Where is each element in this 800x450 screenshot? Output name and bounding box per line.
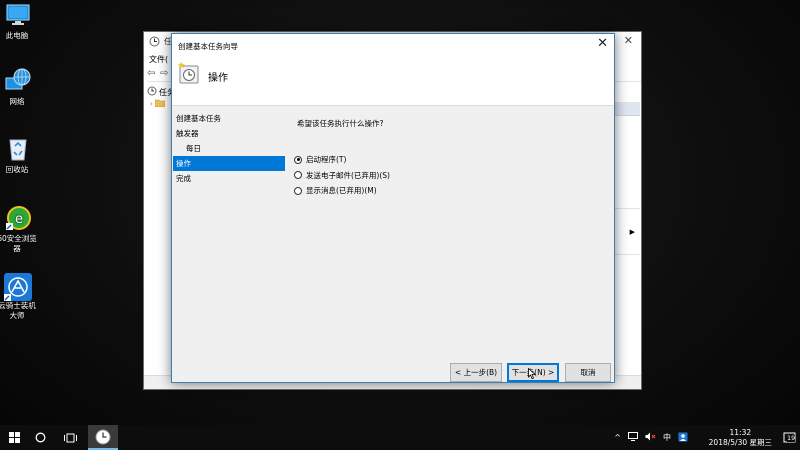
network-icon[interactable] <box>628 432 638 443</box>
clock-icon <box>95 429 111 445</box>
globe-network-icon <box>5 68 31 94</box>
back-arrow-icon[interactable]: ⇦ <box>147 68 155 79</box>
windows-logo-icon <box>8 432 20 443</box>
taskbar-clock[interactable]: 11:32 2018/5/30 星期三 <box>709 428 772 448</box>
chevron-up-icon[interactable]: ^ <box>614 433 621 442</box>
close-icon[interactable]: ✕ <box>597 37 608 51</box>
submenu-arrow-icon[interactable]: ▶ <box>630 228 635 236</box>
taskbar: ^ 中 11:32 2018/5/30 星期三 19 <box>0 425 800 450</box>
menu-file[interactable]: 文件( <box>149 54 168 65</box>
desktop-icon-recycle-bin[interactable]: 回收站 <box>0 136 36 175</box>
radio-start-program[interactable]: 启动程序(T) <box>294 152 390 168</box>
desktop-icon-label: 回收站 <box>5 165 29 174</box>
knight-app-icon <box>4 272 32 301</box>
radio-button-checked[interactable] <box>294 155 302 164</box>
radio-button[interactable] <box>294 171 302 180</box>
notification-count: 19 <box>787 434 796 442</box>
wizard-step-action[interactable]: 操作 <box>173 156 285 171</box>
radio-send-email[interactable]: 发送电子邮件(已弃用)(S) <box>294 168 390 184</box>
radio-label: 发送电子邮件(已弃用)(S) <box>306 170 390 180</box>
recycle-bin-icon <box>5 136 31 162</box>
task-clock-icon <box>176 61 199 84</box>
user-icon[interactable] <box>678 432 688 444</box>
wizard-step-finish[interactable]: 完成 <box>173 171 285 186</box>
back-button[interactable]: < 上一步(B) <box>450 363 502 382</box>
wizard-step-trigger[interactable]: 触发器 <box>173 126 285 141</box>
forward-arrow-icon[interactable]: ⇨ <box>160 68 168 79</box>
radio-display-message[interactable]: 显示消息(已弃用)(M) <box>294 183 390 199</box>
clock-icon <box>149 36 160 49</box>
wizard-step-title: 操作 <box>208 73 228 84</box>
divider <box>612 254 640 255</box>
chevron-right-icon[interactable]: › <box>150 100 153 108</box>
radio-button[interactable] <box>294 186 302 195</box>
desktop-icon-network[interactable]: 网络 <box>0 68 36 107</box>
create-basic-task-wizard[interactable]: 创建基本任务向导 ✕ 操作 创建基本任务 触发器 每日 操作 完成 希望该任务执… <box>171 33 615 383</box>
close-icon[interactable]: ✕ <box>624 34 633 47</box>
monitor-icon <box>5 2 31 28</box>
folder-icon <box>154 99 166 109</box>
action-question: 希望该任务执行什么操作? <box>297 119 384 128</box>
desktop-icon-this-pc[interactable]: 此电脑 <box>0 2 36 41</box>
svg-text:e: e <box>15 212 23 227</box>
task-view-button[interactable] <box>58 425 82 450</box>
desktop-icon-label: 60安全浏览器 <box>0 234 37 253</box>
dialog-title: 创建基本任务向导 <box>178 42 238 51</box>
browser-icon: e <box>5 205 31 231</box>
action-center-button[interactable]: 19 <box>783 431 797 445</box>
desktop-icon-label: 云骑士装机大师 <box>0 301 36 320</box>
start-button[interactable] <box>0 425 28 450</box>
system-tray: ^ 中 <box>614 425 688 450</box>
speaker-muted-icon[interactable] <box>645 432 656 443</box>
desktop-icon-label: 此电脑 <box>5 31 29 40</box>
taskbar-app-task-scheduler[interactable] <box>88 425 118 450</box>
action-options: 启动程序(T) 发送电子邮件(已弃用)(S) 显示消息(已弃用)(M) <box>294 152 390 199</box>
task-view-icon <box>63 433 77 442</box>
wizard-header: 操作 <box>172 56 614 106</box>
cancel-button[interactable]: 取消 <box>565 363 611 382</box>
radio-label: 显示消息(已弃用)(M) <box>306 186 377 196</box>
clock-time: 11:32 <box>729 428 752 437</box>
mouse-cursor-icon <box>528 367 537 382</box>
radio-label: 启动程序(T) <box>306 155 347 165</box>
desktop-icon-label: 网络 <box>9 97 25 106</box>
ime-indicator[interactable]: 中 <box>663 432 671 443</box>
wizard-steps-nav: 创建基本任务 触发器 每日 操作 完成 <box>173 111 285 186</box>
desktop-icon-yunqishi[interactable]: 云骑士装机大师 <box>0 272 36 321</box>
divider <box>612 208 640 209</box>
clock-icon <box>147 86 157 98</box>
clock-date: 2018/5/30 星期三 <box>708 438 772 447</box>
actions-pane-header <box>612 102 640 116</box>
dialog-titlebar[interactable]: 创建基本任务向导 ✕ <box>172 34 614 56</box>
desktop-icon-360-browser[interactable]: e 60安全浏览器 <box>0 205 37 254</box>
search-button[interactable] <box>28 425 52 450</box>
cortana-circle-icon <box>35 432 45 443</box>
wizard-step-daily[interactable]: 每日 <box>173 141 285 156</box>
wizard-step-create-task[interactable]: 创建基本任务 <box>173 111 285 126</box>
